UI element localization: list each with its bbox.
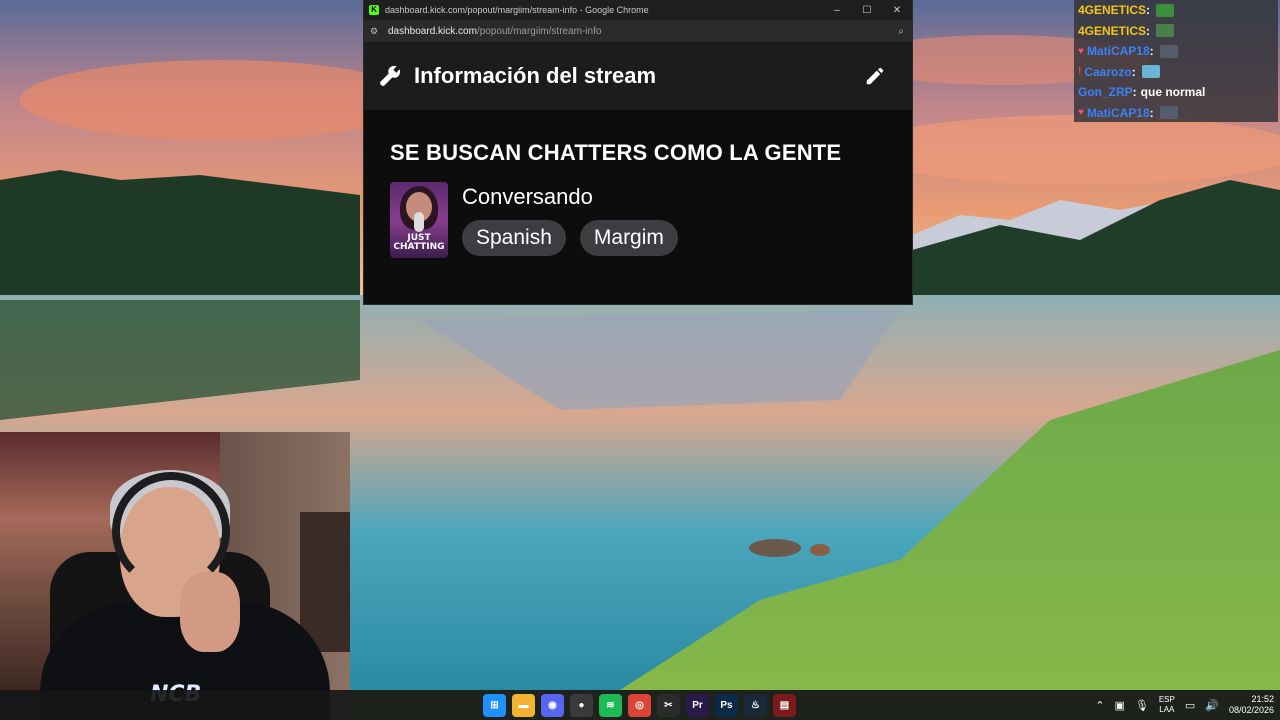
microphone-icon[interactable]: 🎙 (1135, 699, 1149, 712)
category-row: JUST CHATTING Conversando Spanish Margim (390, 182, 886, 258)
category-info: Conversando Spanish Margim (462, 182, 678, 256)
windows-taskbar: ⊞ ▬ ◉ ● ≋ ◎ ✂ Pr Ps ♨ ▤ ⌃ ▣ 🎙 ESP LAA ▭ 🔊 21:52 08… (0, 690, 1280, 720)
webcam-background-cabinet (300, 512, 350, 652)
thumbnail-label: JUST CHATTING (393, 233, 445, 252)
close-button[interactable]: ✕ (882, 5, 912, 16)
emote-icon (1159, 44, 1178, 58)
panel-header: Información del stream (364, 42, 912, 110)
photoshop-icon[interactable]: Ps (715, 693, 738, 717)
tag-chip: Spanish (462, 220, 566, 256)
streamer-hand (180, 572, 240, 652)
chat-username[interactable]: 4GENETICS (1078, 24, 1146, 38)
language-indicator[interactable]: ESP LAA (1159, 695, 1175, 715)
chat-badge-icon: ! (1078, 66, 1082, 78)
taskbar-app-list: ⊞ ▬ ◉ ● ≋ ◎ ✂ Pr Ps ♨ ▤ (483, 690, 796, 720)
premiere-icon[interactable]: Pr (686, 693, 709, 717)
chat-separator: : (1132, 85, 1137, 100)
chat-overlay: 4GENETICS:4GENETICS: ♥ MatiCAP18:! Caarozo:… (1074, 0, 1278, 122)
chat-username[interactable]: Caarozo (1084, 65, 1131, 79)
chat-badge-icon: ♥ (1078, 107, 1084, 119)
kick-favicon-icon: K (369, 5, 379, 15)
chat-separator: : (1131, 64, 1136, 79)
emote-icon (1156, 24, 1175, 38)
media-app-icon[interactable]: ▤ (773, 693, 796, 717)
spotify-icon[interactable]: ≋ (599, 693, 622, 717)
file-explorer-icon[interactable]: ▬ (512, 693, 535, 717)
chat-username[interactable]: MatiCAP18 (1087, 44, 1150, 58)
url-host: dashboard.kick.com (388, 25, 477, 37)
emote-icon (1141, 65, 1160, 79)
window-title: dashboard.kick.com/popout/margiim/stream… (385, 5, 649, 15)
chat-message: ♥ MatiCAP18: (1078, 41, 1274, 62)
chat-badge-icon: ♥ (1078, 45, 1084, 57)
chat-message: ♥ MatiCAP18: (1078, 103, 1274, 124)
clock-time: 21:52 (1251, 694, 1274, 704)
site-settings-icon[interactable]: ⚙ (370, 26, 384, 37)
tag-chip: Margim (579, 220, 678, 256)
chat-separator: : (1149, 44, 1154, 59)
chat-message: Gon_ZRP: que normal (1078, 82, 1274, 103)
chat-username[interactable]: 4GENETICS (1078, 3, 1146, 17)
system-tray: ⌃ ▣ 🎙 ESP LAA ▭ 🔊 21:52 08/02/2026 (1095, 690, 1274, 720)
tag-list: Spanish Margim (462, 220, 678, 256)
minimize-button[interactable]: – (822, 5, 852, 16)
chat-message: ! Caarozo: (1078, 62, 1274, 83)
emote-icon (1156, 3, 1175, 17)
chrome-icon[interactable]: ◎ (628, 693, 651, 717)
network-icon[interactable]: ▭ (1185, 699, 1195, 712)
chevron-up-icon[interactable]: ⌃ (1095, 699, 1104, 712)
obs-icon[interactable]: ● (570, 693, 593, 717)
language-code: ESP (1158, 695, 1175, 704)
clock[interactable]: 21:52 08/02/2026 (1229, 694, 1274, 716)
address-bar[interactable]: ⚙ dashboard.kick.com/popout/margiim/stre… (364, 20, 912, 42)
capcut-icon[interactable]: ✂ (657, 693, 680, 717)
maximize-button[interactable]: ☐ (852, 5, 882, 16)
webcam-feed: NCB (0, 432, 350, 720)
tray-app-icon[interactable]: ▣ (1114, 699, 1124, 712)
panel-body: SE BUSCAN CHATTERS COMO LA GENTE JUST CH… (364, 110, 912, 258)
chat-username[interactable]: Gon_ZRP (1078, 85, 1133, 99)
chat-text: que normal (1140, 85, 1206, 100)
category-thumbnail: JUST CHATTING (390, 182, 448, 258)
edit-pencil-icon[interactable] (864, 65, 886, 87)
windows-start-icon[interactable]: ⊞ (483, 693, 506, 717)
chat-separator: : (1146, 3, 1151, 18)
category-name: Conversando (462, 184, 593, 209)
microphone-icon (414, 212, 424, 232)
volume-icon[interactable]: 🔊 (1205, 699, 1219, 712)
discord-icon[interactable]: ◉ (541, 693, 564, 717)
stream-title: SE BUSCAN CHATTERS COMO LA GENTE (390, 140, 842, 165)
keyboard-layout: LAA (1159, 705, 1175, 714)
chat-separator: : (1146, 23, 1151, 38)
emote-icon (1159, 106, 1178, 120)
url-path: /popout/margiim/stream-info (476, 25, 602, 37)
chat-separator: : (1149, 105, 1154, 120)
steam-icon[interactable]: ♨ (744, 693, 767, 717)
clock-date: 08/02/2026 (1228, 705, 1274, 715)
chat-message: 4GENETICS: (1078, 21, 1274, 42)
panel-title: Información del stream (414, 63, 657, 88)
browser-titlebar[interactable]: K dashboard.kick.com/popout/margiim/stre… (364, 0, 912, 20)
chat-message: 4GENETICS: (1078, 0, 1274, 21)
chat-username[interactable]: MatiCAP18 (1087, 106, 1150, 120)
zoom-icon[interactable]: ⌕ (898, 26, 904, 37)
wrench-icon (380, 65, 401, 86)
stream-info-popup-window: K dashboard.kick.com/popout/margiim/stre… (364, 0, 912, 304)
